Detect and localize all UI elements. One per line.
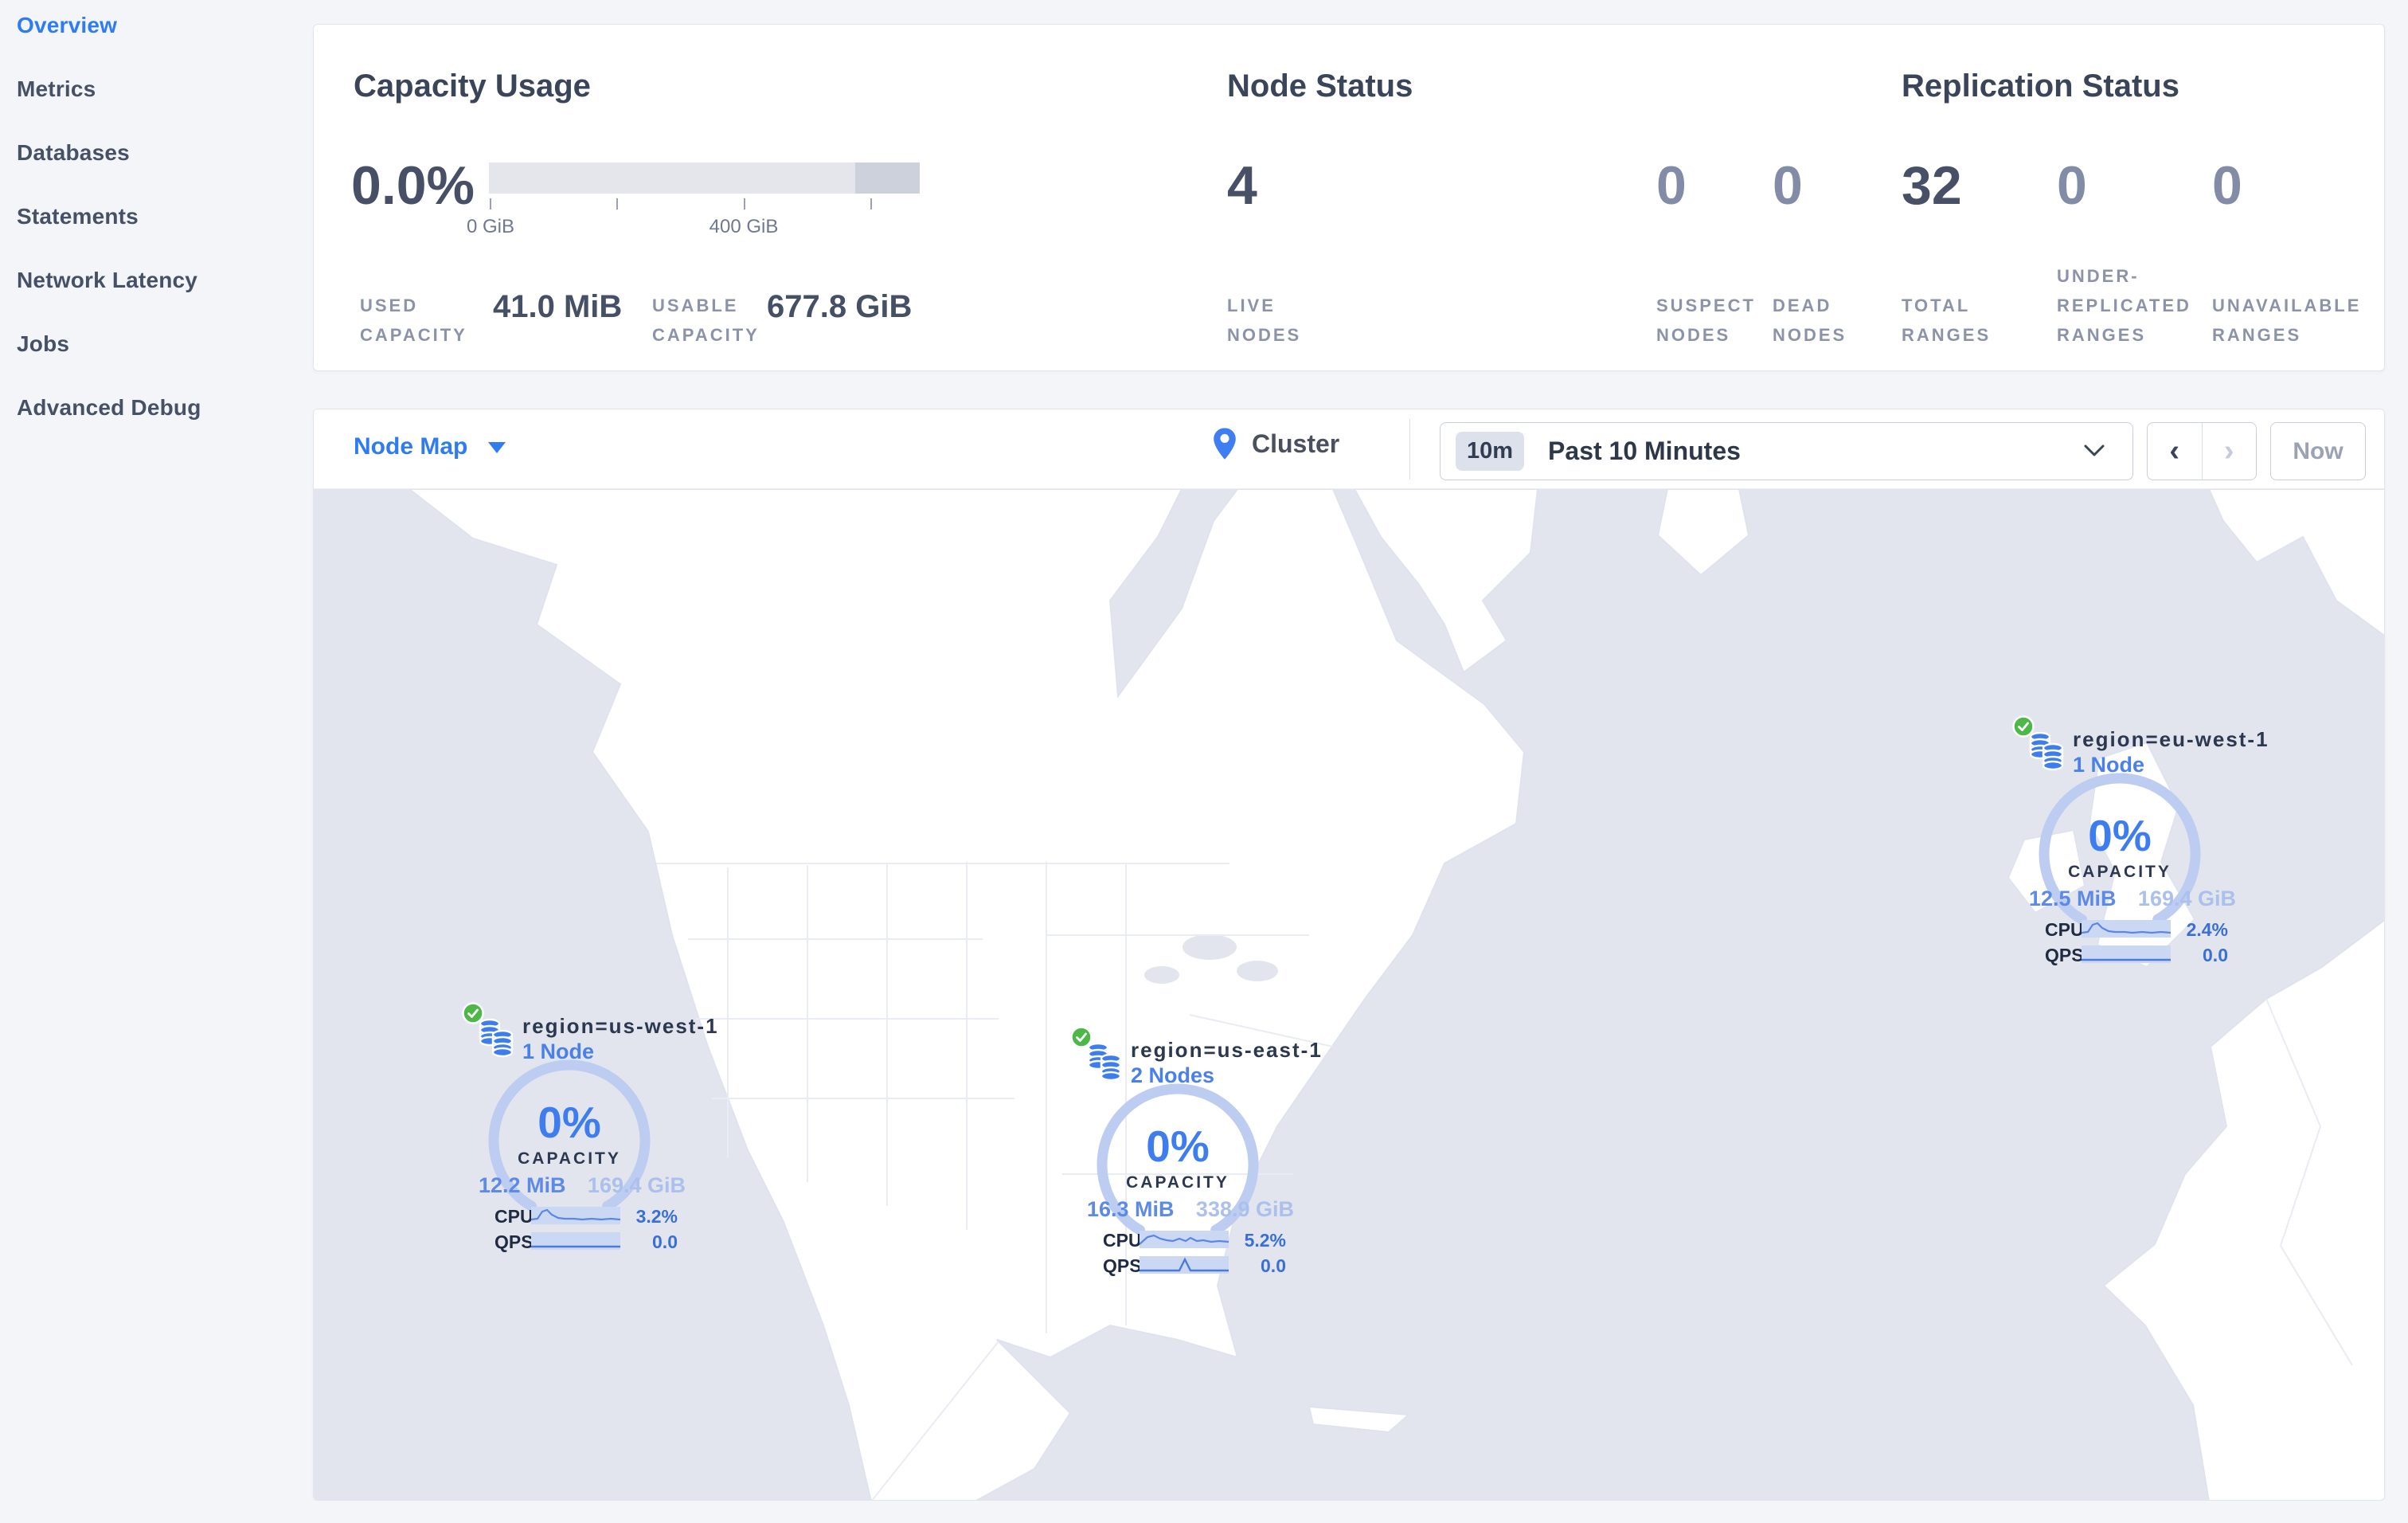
live-nodes-label: LIVE NODES <box>1227 296 1302 345</box>
page-background-strip <box>0 1501 2408 1523</box>
region-label[interactable]: region=eu-west-1 <box>2073 727 2269 752</box>
sidebar-item-overview[interactable]: Overview <box>17 13 313 43</box>
time-range-label: Past 10 Minutes <box>1548 437 1741 465</box>
usable-capacity-value: 677.8 GiB <box>767 289 913 324</box>
qps-label: QPS <box>494 1231 534 1252</box>
region-label[interactable]: region=us-west-1 <box>522 1014 719 1039</box>
map-toolbar: Node Map Cluster 10m Past 10 Minutes ‹ ›… <box>314 409 2384 489</box>
live-nodes-count: 4 <box>1227 155 1257 216</box>
dead-nodes-count: 0 <box>1773 155 1803 216</box>
sidebar-item-statements[interactable]: Statements <box>17 204 313 234</box>
time-step-forward-button[interactable]: › <box>2203 423 2257 480</box>
time-step-back-button[interactable]: ‹ <box>2148 423 2203 480</box>
total-capacity-value: 169.4 GiB <box>587 1173 686 1197</box>
capacity-label: CAPACITY <box>1126 1173 1229 1192</box>
capacity-tick <box>490 198 491 209</box>
cpu-label: CPU <box>1103 1230 1142 1251</box>
breadcrumb-label: Cluster <box>1252 429 1340 458</box>
qps-sparkline <box>1140 1256 1229 1274</box>
capacity-percent: 0% <box>1146 1122 1210 1171</box>
cpu-value: 2.4% <box>2186 919 2228 940</box>
total-ranges-label: TOTAL RANGES <box>1902 296 1992 345</box>
used-capacity-label: USED CAPACITY <box>360 296 467 345</box>
sidebar-item-databases[interactable]: Databases <box>17 140 313 170</box>
total-ranges-count: 32 <box>1902 155 1962 216</box>
capacity-percent: 0% <box>2088 811 2152 860</box>
chevron-down-icon <box>488 442 506 454</box>
qps-label: QPS <box>1103 1255 1142 1276</box>
database-icon <box>2029 731 2064 771</box>
now-button[interactable]: Now <box>2270 422 2366 480</box>
cluster-summary-card: Capacity Usage 0.0% 0 GiB 400 GiB USED C… <box>313 24 2385 371</box>
map-landmass-svg <box>314 488 2384 1500</box>
node-map-marker-us-west-1[interactable]: region=us-west-1 1 Node 0% CAPACITY 12.2… <box>461 1001 717 1260</box>
qps-value: 0.0 <box>2203 945 2228 965</box>
under-replicated-ranges-count: 0 <box>2057 155 2087 216</box>
capacity-tick <box>870 198 872 209</box>
node-map-marker-us-east-1[interactable]: region=us-east-1 2 Nodes 0% CAPACITY 16.… <box>1069 1025 1321 1284</box>
map-pin-icon <box>1214 428 1236 460</box>
capacity-percent: 0.0% <box>351 155 475 216</box>
cpu-sparkline <box>531 1207 620 1224</box>
cpu-value: 3.2% <box>635 1206 678 1227</box>
sidebar-item-jobs[interactable]: Jobs <box>17 331 313 362</box>
used-capacity-value: 16.3 MiB <box>1087 1197 1175 1221</box>
cpu-value: 5.2% <box>1244 1230 1286 1251</box>
capacity-tick-label-400: 400 GiB <box>709 216 779 237</box>
dead-nodes-label: DEAD NODES <box>1773 296 1847 345</box>
used-capacity-value: 12.5 MiB <box>2029 887 2117 910</box>
qps-value: 0.0 <box>1261 1255 1286 1276</box>
region-label[interactable]: region=us-east-1 <box>1131 1038 1323 1063</box>
toolbar-divider <box>1409 419 1410 480</box>
world-map: region=us-west-1 1 Node 0% CAPACITY 12.2… <box>314 488 2384 1500</box>
node-map-panel: Node Map Cluster 10m Past 10 Minutes ‹ ›… <box>313 409 2385 1501</box>
used-capacity-value: 41.0 MiB <box>493 289 623 324</box>
replication-status-title: Replication Status <box>1902 69 2179 104</box>
suspect-nodes-count: 0 <box>1656 155 1687 216</box>
capacity-bar <box>489 162 920 194</box>
sidebar-item-network-latency[interactable]: Network Latency <box>17 268 313 298</box>
time-range-dropdown[interactable]: 10m Past 10 Minutes <box>1440 422 2133 480</box>
view-selector-label: Node Map <box>354 433 468 460</box>
capacity-tick <box>616 198 618 209</box>
capacity-label: CAPACITY <box>2068 863 2172 881</box>
sidebar-item-advanced-debug[interactable]: Advanced Debug <box>17 395 313 425</box>
node-map-marker-eu-west-1[interactable]: region=eu-west-1 1 Node 0% CAPACITY 12.5… <box>2011 715 2268 973</box>
total-capacity-value: 169.4 GiB <box>2137 887 2236 910</box>
qps-sparkline <box>531 1232 620 1250</box>
capacity-usage-title: Capacity Usage <box>354 69 591 104</box>
chevron-down-icon <box>2084 444 2105 456</box>
used-capacity-value: 12.2 MiB <box>479 1173 566 1197</box>
unavailable-ranges-label: UNAVAILABLE RANGES <box>2212 296 2362 345</box>
under-replicated-ranges-label: UNDER-REPLICATED RANGES <box>2057 266 2191 345</box>
time-step-controls: ‹ › <box>2147 422 2257 480</box>
qps-label: QPS <box>2045 945 2084 965</box>
cpu-sparkline <box>2082 920 2171 938</box>
total-capacity-value: 338.9 GiB <box>1195 1197 1294 1221</box>
database-icon <box>479 1018 514 1058</box>
breadcrumb[interactable]: Cluster <box>1212 427 1339 460</box>
cpu-sparkline <box>1140 1231 1229 1248</box>
cpu-label: CPU <box>494 1206 534 1227</box>
capacity-bar-reserved-segment <box>855 162 920 194</box>
qps-sparkline <box>2082 946 2171 963</box>
cpu-label: CPU <box>2045 919 2084 940</box>
capacity-label: CAPACITY <box>518 1149 621 1168</box>
suspect-nodes-label: SUSPECT NODES <box>1656 296 1756 345</box>
capacity-tick-label-0: 0 GiB <box>466 216 515 237</box>
sidebar: Overview Metrics Databases Statements Ne… <box>0 0 313 1523</box>
capacity-percent: 0% <box>538 1098 601 1147</box>
capacity-tick <box>744 198 745 209</box>
time-range-badge: 10m <box>1456 432 1525 471</box>
unavailable-ranges-count: 0 <box>2212 155 2242 216</box>
view-selector-dropdown[interactable]: Node Map <box>354 433 506 460</box>
node-status-title: Node Status <box>1227 69 1413 104</box>
sidebar-item-metrics[interactable]: Metrics <box>17 76 313 107</box>
qps-value: 0.0 <box>652 1231 678 1252</box>
database-icon <box>1087 1042 1122 1082</box>
